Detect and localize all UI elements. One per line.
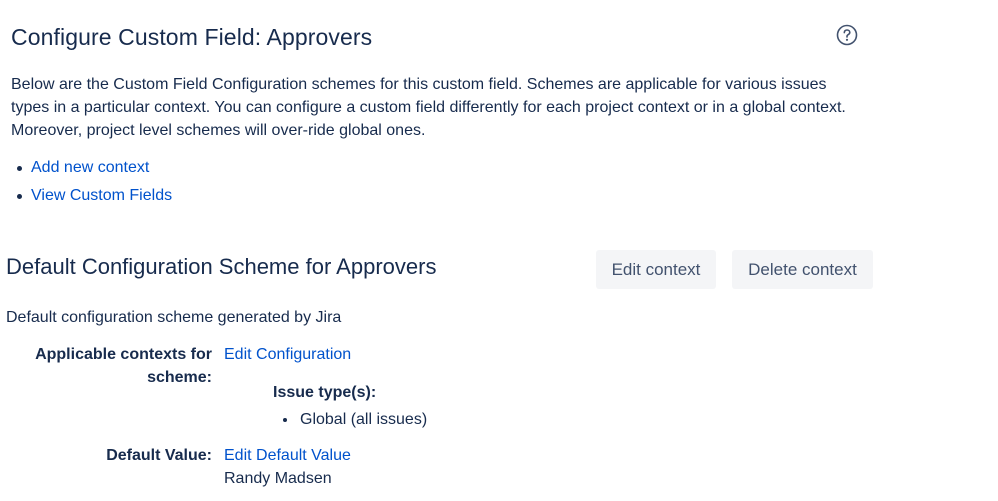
page-description: Below are the Custom Field Configuration… (11, 76, 846, 139)
list-item: Global (all issues) (283, 408, 427, 431)
view-custom-fields-link[interactable]: View Custom Fields (31, 187, 172, 204)
default-value: Randy Madsen (224, 470, 332, 487)
delete-context-button[interactable]: Delete context (732, 250, 873, 289)
issue-types-heading: Issue type(s): (273, 384, 377, 401)
default-value-label: Default Value: (106, 447, 212, 464)
page: Configure Custom Field: Approvers Below … (0, 0, 998, 501)
add-new-context-link[interactable]: Add new context (31, 159, 149, 176)
issue-type-label: Global (all issues) (300, 411, 428, 428)
page-title: Configure Custom Field: Approvers (11, 24, 373, 50)
scheme-title: Default Configuration Scheme for Approve… (6, 254, 437, 279)
edit-configuration-link[interactable]: Edit Configuration (224, 343, 351, 366)
list-item: Add new context (11, 156, 172, 184)
list-item: View Custom Fields (11, 184, 172, 212)
edit-context-button[interactable]: Edit context (596, 250, 716, 289)
edit-default-value-link[interactable]: Edit Default Value (224, 444, 351, 467)
action-links: Add new context View Custom Fields (11, 156, 172, 212)
scheme-description: Default configuration scheme generated b… (6, 309, 342, 326)
bullet (283, 418, 287, 422)
applicable-contexts-label: Applicable contexts for scheme: (35, 346, 212, 386)
question-circle-icon[interactable] (836, 24, 858, 46)
